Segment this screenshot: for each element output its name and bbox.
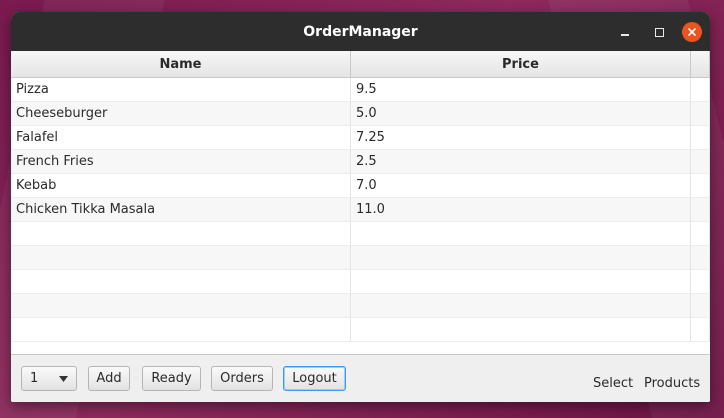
table-row[interactable]: Falafel 7.25 <box>11 126 710 150</box>
cell-name: French Fries <box>11 150 351 173</box>
table-body: Pizza 9.5 Cheeseburger 5.0 Falafel 7.25 … <box>11 78 710 342</box>
logout-button[interactable]: Logout <box>283 366 346 391</box>
title-bar[interactable]: OrderManager <box>11 12 710 51</box>
cell-filler <box>691 126 710 149</box>
ready-button[interactable]: Ready <box>142 366 201 391</box>
app-window: OrderManager Name Price Pizza 9.5 Cheese… <box>11 12 710 402</box>
table-row[interactable]: Cheeseburger 5.0 <box>11 102 710 126</box>
status-mode-label: Select <box>593 376 634 391</box>
chevron-down-icon <box>59 375 68 382</box>
maximize-button[interactable] <box>648 21 670 43</box>
close-button[interactable] <box>682 22 702 42</box>
column-header-name[interactable]: Name <box>11 51 351 77</box>
minimize-button[interactable] <box>614 21 636 43</box>
empty-row <box>11 318 710 342</box>
cell-filler <box>691 102 710 125</box>
window-title: OrderManager <box>303 23 418 40</box>
cell-price: 2.5 <box>351 150 691 173</box>
table-row[interactable]: Chicken Tikka Masala 11.0 <box>11 198 710 222</box>
add-button[interactable]: Add <box>88 366 130 391</box>
maximize-icon <box>654 27 664 37</box>
table-row[interactable]: French Fries 2.5 <box>11 150 710 174</box>
empty-row <box>11 222 710 246</box>
cell-price: 7.25 <box>351 126 691 149</box>
cell-name: Cheeseburger <box>11 102 351 125</box>
products-table[interactable]: Name Price Pizza 9.5 Cheeseburger 5.0 Fa… <box>11 51 710 354</box>
table-row[interactable]: Pizza 9.5 <box>11 78 710 102</box>
cell-price: 5.0 <box>351 102 691 125</box>
table-row[interactable]: Kebab 7.0 <box>11 174 710 198</box>
minimize-icon <box>621 34 629 36</box>
cell-filler <box>691 150 710 173</box>
cell-filler <box>691 198 710 221</box>
window-controls <box>614 21 702 43</box>
quantity-combobox[interactable]: 1 <box>21 366 77 391</box>
table-header: Name Price <box>11 51 710 78</box>
column-header-filler <box>691 51 710 77</box>
cell-filler <box>691 78 710 101</box>
cell-name: Pizza <box>11 78 351 101</box>
cell-price: 7.0 <box>351 174 691 197</box>
cell-filler <box>691 174 710 197</box>
bottom-toolbar: 1 Add Ready Orders Logout Select Product… <box>11 354 710 402</box>
cell-price: 11.0 <box>351 198 691 221</box>
cell-price: 9.5 <box>351 78 691 101</box>
column-header-price[interactable]: Price <box>351 51 691 77</box>
quantity-value: 1 <box>30 371 39 386</box>
status-view-label: Products <box>644 376 701 391</box>
cell-name: Kebab <box>11 174 351 197</box>
cell-name: Falafel <box>11 126 351 149</box>
empty-row <box>11 246 710 270</box>
cell-name: Chicken Tikka Masala <box>11 198 351 221</box>
close-icon <box>688 28 696 36</box>
empty-row <box>11 294 710 318</box>
empty-row <box>11 270 710 294</box>
orders-button[interactable]: Orders <box>211 366 273 391</box>
